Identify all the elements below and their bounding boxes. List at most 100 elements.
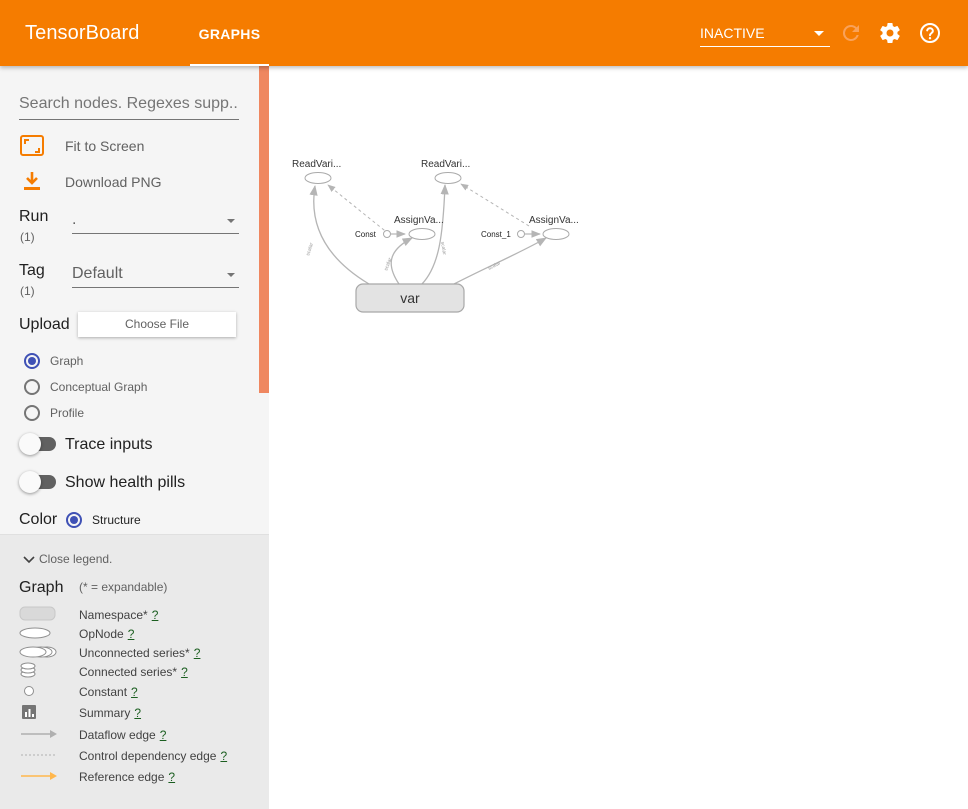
edge-var-to-assign2 — [453, 237, 547, 285]
node-const1[interactable] — [517, 230, 525, 238]
control-edge-icon — [21, 754, 57, 756]
chevron-down-icon — [227, 219, 235, 223]
help-link[interactable]: ? — [194, 646, 201, 660]
node-const-label: Const — [355, 230, 377, 239]
choose-file-button[interactable]: Choose File — [78, 312, 236, 337]
refresh-icon — [842, 24, 859, 41]
close-legend-button[interactable]: Close legend. — [22, 552, 112, 566]
tag-dropdown[interactable]: Default — [72, 264, 239, 288]
fit-screen-icon — [20, 135, 44, 156]
legend-label: Reference edge — [79, 770, 165, 784]
legend-label: OpNode — [79, 627, 124, 641]
legend-item-summary: Summary? — [19, 703, 259, 721]
health-pills-toggle[interactable] — [19, 471, 56, 493]
help-link[interactable]: ? — [168, 770, 175, 784]
legend-subtitle: (* = expandable) — [79, 580, 168, 594]
sidebar-controls: Search nodes. Regexes supp... Fit to Scr… — [0, 66, 269, 534]
top-toolbar: TensorBoard GRAPHS INACTIVE — [0, 0, 968, 66]
legend-item-connected-series: Connected series*? — [19, 662, 259, 680]
radio-conceptual-graph[interactable] — [24, 379, 40, 395]
namespace-icon — [19, 606, 56, 621]
node-assign1[interactable] — [408, 228, 436, 240]
legend-item-reference-edge: Reference edge? — [19, 767, 259, 785]
edge-label: scalar — [305, 242, 315, 257]
radio-color-structure[interactable] — [66, 512, 82, 528]
legend-panel: Close legend. Graph (* = expandable) Nam… — [0, 534, 269, 809]
tab-graphs-label: GRAPHS — [198, 26, 261, 42]
tag-count: (1) — [20, 284, 35, 298]
node-read1-label: ReadVari... — [292, 159, 341, 170]
node-assign2[interactable] — [542, 228, 570, 240]
help-circle-icon — [920, 23, 940, 43]
control-edge-1 — [327, 184, 390, 235]
edge-var-to-assign1 — [390, 237, 413, 285]
graph-canvas[interactable]: scalar scalar scalar scalar ReadVari... … — [269, 66, 968, 809]
node-const[interactable] — [383, 230, 391, 238]
legend-item-constant: Constant? — [19, 682, 259, 700]
run-status-dropdown[interactable]: INACTIVE — [700, 22, 830, 47]
opnode-icon — [19, 627, 51, 639]
help-link[interactable]: ? — [220, 749, 227, 763]
node-assign2-label: AssignVa... — [529, 215, 579, 226]
color-label: Color — [19, 511, 58, 528]
tab-graphs[interactable]: GRAPHS — [190, 0, 269, 66]
legend-label: Unconnected series* — [79, 646, 190, 660]
help-link[interactable]: ? — [181, 665, 188, 679]
legend-item-namespace: Namespace*? — [19, 605, 259, 623]
legend-item-opnode: OpNode? — [19, 624, 259, 642]
legend-item-unconnected-series: Unconnected series*? — [19, 643, 259, 661]
run-status-value: INACTIVE — [700, 25, 765, 41]
node-read1[interactable] — [304, 172, 332, 184]
node-assign1-label: AssignVa... — [394, 215, 444, 226]
help-link[interactable]: ? — [152, 608, 159, 622]
upload-label: Upload — [19, 316, 70, 333]
constant-icon — [24, 686, 34, 696]
chevron-down-icon — [814, 31, 824, 36]
search-nodes-input[interactable]: Search nodes. Regexes supp... — [19, 90, 239, 120]
run-dropdown[interactable]: . — [72, 210, 239, 234]
run-value: . — [72, 211, 77, 228]
radio-conceptual-graph-label: Conceptual Graph — [50, 380, 148, 394]
legend-label: Control dependency edge — [79, 749, 217, 763]
legend-label: Constant — [79, 685, 128, 699]
tag-label: Tag — [19, 262, 45, 279]
radio-graph[interactable] — [24, 353, 40, 369]
help-link[interactable]: ? — [131, 685, 138, 699]
gear-icon — [880, 22, 900, 43]
tag-value: Default — [72, 265, 123, 282]
download-png-label: Download PNG — [65, 174, 162, 190]
radio-graph-label: Graph — [50, 354, 84, 368]
trace-inputs-label: Trace inputs — [65, 436, 153, 453]
connected-series-icon — [20, 662, 36, 678]
help-button[interactable] — [918, 21, 942, 45]
legend-item-dataflow-edge: Dataflow edge? — [19, 725, 259, 743]
node-const1-label: Const_1 — [481, 230, 511, 239]
legend-title: Graph — [19, 579, 64, 596]
node-read2[interactable] — [434, 172, 462, 184]
legend-label: Summary — [79, 706, 131, 720]
reference-edge-icon — [21, 772, 57, 780]
graph-svg: scalar scalar scalar scalar ReadVari... … — [292, 159, 579, 313]
toggle-knob — [19, 471, 41, 493]
run-count: (1) — [20, 230, 35, 244]
node-var-label: var — [400, 290, 420, 306]
help-link[interactable]: ? — [134, 706, 141, 720]
toggle-knob — [19, 433, 41, 455]
radio-profile-label: Profile — [50, 406, 85, 420]
dataflow-edge-icon — [21, 730, 57, 738]
settings-button[interactable] — [878, 21, 902, 45]
refresh-button[interactable] — [839, 21, 863, 45]
tab-active-indicator — [190, 64, 269, 66]
legend-label: Namespace* — [79, 608, 148, 622]
legend-item-control-dependency-edge: Control dependency edge? — [19, 746, 259, 764]
unconnected-series-icon — [19, 646, 57, 658]
help-link[interactable]: ? — [160, 728, 167, 742]
legend-label: Connected series* — [79, 665, 178, 679]
summary-icon — [22, 705, 36, 719]
radio-profile[interactable] — [24, 405, 40, 421]
help-link[interactable]: ? — [128, 627, 135, 641]
trace-inputs-toggle[interactable] — [19, 433, 56, 455]
download-icon — [24, 172, 40, 190]
close-legend-label: Close legend. — [39, 552, 113, 566]
sidebar-scrollbar[interactable] — [259, 66, 269, 393]
